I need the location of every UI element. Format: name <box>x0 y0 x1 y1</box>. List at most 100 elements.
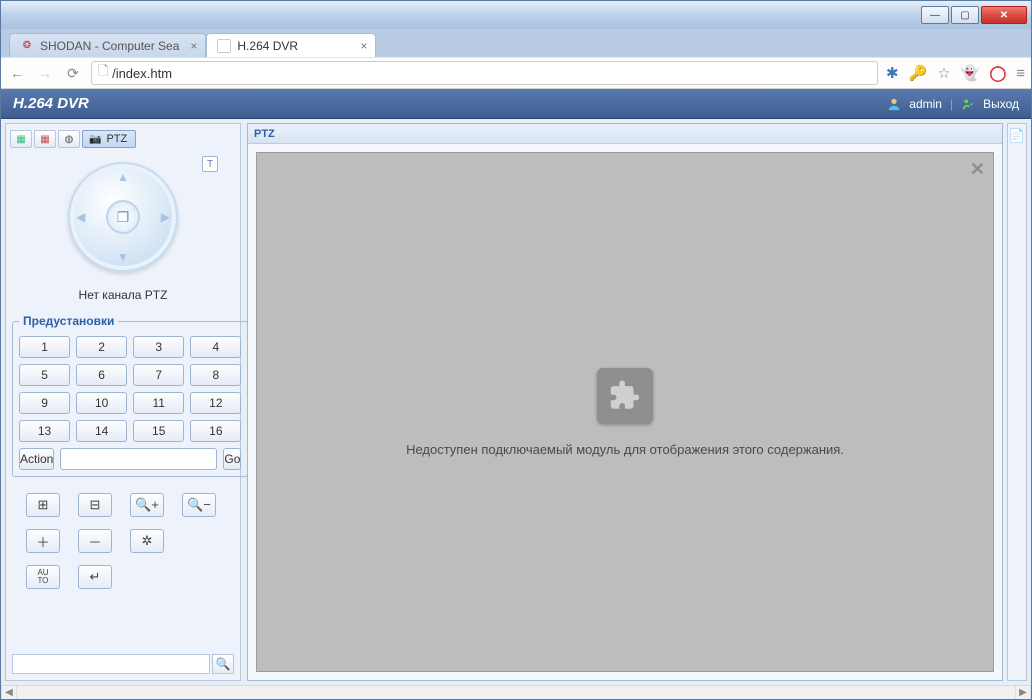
sidebar-search: 🔍 <box>10 652 236 676</box>
sidebar-search-button[interactable]: 🔍 <box>212 654 234 674</box>
iris-close-button[interactable]: － <box>78 529 112 553</box>
zoom-out-button[interactable]: 🔍− <box>182 493 216 517</box>
preset-button-16[interactable]: 16 <box>190 420 241 442</box>
window-minimize-button[interactable]: — <box>921 6 949 24</box>
sidebar-tab-3[interactable]: ◍ <box>58 130 80 148</box>
logout-link[interactable]: Выход <box>983 97 1019 111</box>
extension-icons: ✱ 🔑 ☆ 👻 ◯ ≡ <box>886 64 1025 82</box>
browser-tabstrip: ❂ SHODAN - Computer Sea × H.264 DVR × <box>1 29 1031 57</box>
sidebar-tabs: ▦ ▦ ◍ 📷 PTZ <box>10 128 236 150</box>
preset-button-13[interactable]: 13 <box>19 420 70 442</box>
ptz-center-button[interactable]: ❐ <box>106 200 140 234</box>
page-icon: 🗋 <box>98 62 112 84</box>
ptz-status-text: Нет канала PTZ <box>10 284 236 308</box>
plugin-close-button[interactable]: ✕ <box>970 159 985 180</box>
preset-button-12[interactable]: 12 <box>190 392 241 414</box>
preset-button-10[interactable]: 10 <box>76 392 127 414</box>
zoom-in-button[interactable]: 🔍+ <box>130 493 164 517</box>
ptz-control-pad: ▲ ▼ ◀ ▶ ❐ T <box>10 156 236 278</box>
auto-button[interactable]: AU TO <box>26 565 60 589</box>
preset-button-8[interactable]: 8 <box>190 364 241 386</box>
page-favicon-icon <box>217 39 231 53</box>
page-content: H.264 DVR admin | Выход ▦ ▦ ◍ 📷 PTZ <box>1 89 1031 699</box>
bookmark-star-icon[interactable]: ☆ <box>937 64 950 82</box>
ext-key-icon[interactable]: 🔑 <box>909 64 928 82</box>
scroll-right-button[interactable]: ▶ <box>1015 686 1031 700</box>
preset-button-15[interactable]: 15 <box>133 420 184 442</box>
ext-bug-icon[interactable]: ✱ <box>886 64 899 82</box>
ext-ghostery-icon[interactable]: 👻 <box>961 64 980 82</box>
preset-number-input[interactable] <box>60 448 217 470</box>
plugin-message: Недоступен подключаемый модуль для отобр… <box>406 442 844 457</box>
horizontal-scrollbar[interactable]: ◀ ▶ <box>1 685 1031 699</box>
nav-forward-button[interactable]: → <box>35 63 55 83</box>
window-titlebar: — ▢ ✕ <box>1 1 1031 29</box>
logout-icon <box>961 97 975 111</box>
ext-adblock-icon[interactable]: ◯ <box>989 64 1006 82</box>
camera-icon: 📷 <box>89 134 101 145</box>
presets-group: Предустановки 12345678910111213141516 Ac… <box>12 314 248 477</box>
browser-menu-icon[interactable]: ≡ <box>1016 65 1025 82</box>
tab-close-icon[interactable]: × <box>360 39 367 53</box>
ptz-left-button[interactable]: ◀ <box>76 210 85 224</box>
presets-legend: Предустановки <box>19 314 118 328</box>
window-maximize-button[interactable]: ▢ <box>951 6 979 24</box>
preset-button-7[interactable]: 7 <box>133 364 184 386</box>
preset-button-1[interactable]: 1 <box>19 336 70 358</box>
search-icon: 🔍 <box>216 657 231 671</box>
sidebar: ▦ ▦ ◍ 📷 PTZ ▲ ▼ ◀ ▶ ❐ <box>5 123 241 681</box>
ptz-up-button[interactable]: ▲ <box>117 170 129 184</box>
preset-button-4[interactable]: 4 <box>190 336 241 358</box>
dvr-header: H.264 DVR admin | Выход <box>1 89 1031 119</box>
sidebar-search-input[interactable] <box>12 654 210 674</box>
preset-button-11[interactable]: 11 <box>133 392 184 414</box>
user-link[interactable]: admin <box>909 97 942 111</box>
focus-near-button[interactable]: ⊞ <box>26 493 60 517</box>
aux-button[interactable]: ✲ <box>130 529 164 553</box>
preset-action-button[interactable]: Action <box>19 448 54 470</box>
tab-shodan[interactable]: ❂ SHODAN - Computer Sea × <box>9 33 206 57</box>
right-rail: 📄 <box>1007 123 1027 681</box>
nav-reload-button[interactable]: ⟳ <box>63 63 83 83</box>
sidebar-tab-label: PTZ <box>104 133 129 145</box>
dvr-title: H.264 DVR <box>13 95 89 112</box>
sidebar-tab-2[interactable]: ▦ <box>34 130 56 148</box>
browser-window: — ▢ ✕ ❂ SHODAN - Computer Sea × H.264 DV… <box>0 0 1032 700</box>
address-bar[interactable]: 🗋 /index.htm <box>91 61 878 85</box>
ptz-wheel: ▲ ▼ ◀ ▶ ❐ <box>68 162 178 272</box>
focus-far-button[interactable]: ⊟ <box>78 493 112 517</box>
tab-label: H.264 DVR <box>237 39 298 53</box>
panel-title: PTZ <box>248 124 1002 144</box>
zoom-in-icon: 🔍+ <box>135 497 159 513</box>
preset-button-2[interactable]: 2 <box>76 336 127 358</box>
url-text: /index.htm <box>112 66 172 81</box>
browser-toolbar: ← → ⟳ 🗋 /index.htm ✱ 🔑 ☆ 👻 ◯ ≡ <box>1 57 1031 89</box>
sidebar-tab-1[interactable]: ▦ <box>10 130 32 148</box>
enter-button[interactable]: ↵ <box>78 565 112 589</box>
ptz-t-button[interactable]: T <box>202 156 218 172</box>
preset-go-button[interactable]: Go <box>223 448 241 470</box>
preset-button-6[interactable]: 6 <box>76 364 127 386</box>
zoom-out-icon: 🔍− <box>187 497 211 513</box>
preset-button-5[interactable]: 5 <box>19 364 70 386</box>
plugin-placeholder: ✕ Недоступен подключаемый модуль для ото… <box>256 152 994 672</box>
tab-dvr[interactable]: H.264 DVR × <box>206 33 376 57</box>
content-column: PTZ ✕ Недоступен подключаемый модуль для… <box>247 123 1027 681</box>
shodan-favicon-icon: ❂ <box>20 39 34 53</box>
iris-open-button[interactable]: ＋ <box>26 529 60 553</box>
ptz-down-button[interactable]: ▼ <box>117 250 129 264</box>
right-rail-help-icon[interactable]: 📄 <box>1009 128 1025 144</box>
plugin-puzzle-icon <box>597 368 653 424</box>
tab-close-icon[interactable]: × <box>190 39 197 53</box>
ptz-extra-controls: ⊞ ⊟ 🔍+ 🔍− ＋ － ✲ AU TO ↵ <box>10 483 236 599</box>
preset-button-3[interactable]: 3 <box>133 336 184 358</box>
window-close-button[interactable]: ✕ <box>981 6 1027 24</box>
dvr-layout: ▦ ▦ ◍ 📷 PTZ ▲ ▼ ◀ ▶ ❐ <box>1 119 1031 685</box>
user-icon <box>887 97 901 111</box>
preset-button-14[interactable]: 14 <box>76 420 127 442</box>
nav-back-button[interactable]: ← <box>7 63 27 83</box>
preset-button-9[interactable]: 9 <box>19 392 70 414</box>
sidebar-tab-ptz[interactable]: 📷 PTZ <box>82 130 136 148</box>
scroll-left-button[interactable]: ◀ <box>1 686 17 700</box>
ptz-right-button[interactable]: ▶ <box>161 210 170 224</box>
